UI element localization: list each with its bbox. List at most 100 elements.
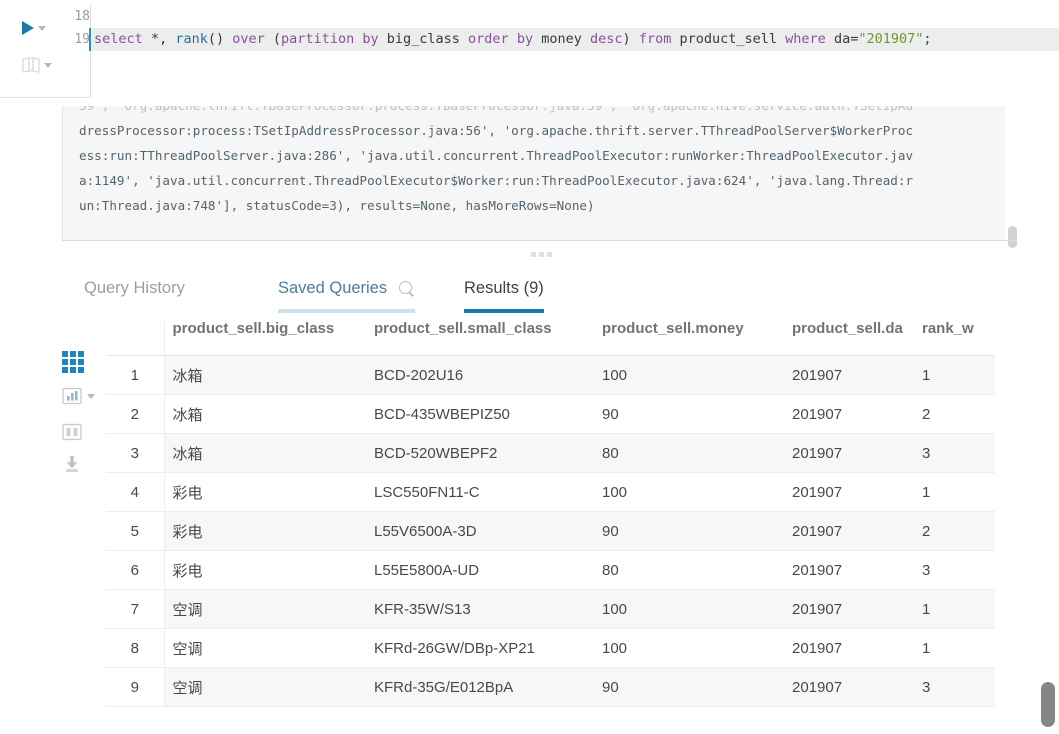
sql-token: by [362, 31, 379, 47]
table-cell-money: 100 [602, 472, 792, 512]
query-log-panel[interactable]: 59', 'org.apache.thrift.TBaseProcessor:p… [62, 106, 1005, 240]
tab-query-history[interactable]: Query History [84, 268, 185, 313]
tab-saved-queries[interactable]: Saved Queries [278, 268, 416, 313]
query-editor-app: 18 19 select *, rank() over (partition b… [0, 0, 1059, 734]
grid-icon[interactable] [62, 351, 84, 373]
table-cell-rank: 1 [922, 628, 995, 668]
editor-line-numbers: 18 19 [62, 5, 90, 51]
sql-token: from [638, 31, 672, 47]
table-cell-da: 201907 [792, 589, 922, 629]
table-cell-small: BCD-202U16 [374, 355, 602, 395]
tab-saved-queries-label: Saved Queries [278, 279, 388, 297]
results-table-container[interactable]: product_sell.big_class product_sell.smal… [106, 320, 995, 720]
column-header-money[interactable]: product_sell.money [602, 320, 792, 356]
table-cell-da: 201907 [792, 667, 922, 707]
code-line-19[interactable]: select *, rank() over (partition by big_… [89, 28, 1059, 51]
code-line-18[interactable] [91, 5, 1059, 28]
rail-item-download[interactable] [62, 455, 82, 473]
table-cell-small: L55E5800A-UD [374, 550, 602, 590]
table-cell-rank: 3 [922, 667, 995, 707]
sql-token: () [207, 31, 225, 47]
rail-item-columns-view[interactable] [62, 423, 82, 441]
table-row[interactable]: 3 冰箱 BCD-520WBEPF2 80 201907 3 [106, 433, 995, 473]
table-row[interactable]: 5 彩电 L55V6500A-3D 90 201907 2 [106, 511, 995, 551]
book-icon[interactable] [22, 57, 40, 73]
sql-token: "201907" [858, 31, 924, 47]
table-cell-rank: 1 [922, 355, 995, 395]
tab-results-label: Results (9) [464, 279, 544, 297]
table-cell-idx: 2 [106, 394, 165, 434]
columns-icon[interactable] [62, 423, 82, 441]
sql-editor-area: 18 19 select *, rank() over (partition b… [0, 0, 1059, 98]
column-header-index[interactable] [106, 320, 165, 356]
sql-token: * [150, 31, 160, 47]
table-cell-da: 201907 [792, 433, 922, 473]
rail-item-grid-view[interactable] [62, 351, 84, 373]
explain-chevron-down-icon[interactable] [44, 62, 52, 68]
results-tabbar: Query History Saved Queries Results (9) [62, 268, 1059, 313]
table-row[interactable]: 1 冰箱 BCD-202U16 100 201907 1 [106, 355, 995, 395]
column-header-da[interactable]: product_sell.da [792, 320, 922, 356]
log-line: a:1149', 'java.util.concurrent.ThreadPoo… [79, 173, 914, 188]
results-panel-drag-handle[interactable] [531, 252, 552, 257]
tab-results[interactable]: Results (9) [464, 268, 544, 313]
page-scrollbar-track[interactable] [1041, 0, 1055, 734]
log-scrollbar-thumb[interactable] [1008, 226, 1017, 248]
table-cell-da: 201907 [792, 472, 922, 512]
table-cell-big: 冰箱 [164, 394, 374, 434]
table-row[interactable]: 4 彩电 LSC550FN11-C 100 201907 1 [106, 472, 995, 512]
sql-token: select [94, 31, 143, 47]
table-row[interactable]: 8 空调 KFRd-26GW/DBp-XP21 100 201907 1 [106, 628, 995, 668]
table-cell-money: 90 [602, 511, 792, 551]
table-cell-money: 100 [602, 589, 792, 629]
editor-code-area[interactable]: select *, rank() over (partition by big_… [89, 5, 1059, 98]
table-cell-idx: 4 [106, 472, 165, 512]
table-row[interactable]: 2 冰箱 BCD-435WBEPIZ50 90 201907 2 [106, 394, 995, 434]
table-cell-small: L55V6500A-3D [374, 511, 602, 551]
table-cell-big: 空调 [164, 667, 374, 707]
column-header-big-class[interactable]: product_sell.big_class [164, 320, 374, 356]
table-row[interactable]: 6 彩电 L55E5800A-UD 80 201907 3 [106, 550, 995, 590]
sql-token: ( [272, 31, 282, 47]
table-row[interactable]: 7 空调 KFR-35W/S13 100 201907 1 [106, 589, 995, 629]
download-icon[interactable] [62, 455, 82, 473]
column-header-small-class[interactable]: product_sell.small_class [374, 320, 602, 356]
results-table-head: product_sell.big_class product_sell.smal… [106, 320, 995, 356]
table-cell-idx: 7 [106, 589, 165, 629]
table-cell-big: 冰箱 [164, 355, 374, 395]
results-table: product_sell.big_class product_sell.smal… [106, 320, 995, 707]
table-cell-idx: 6 [106, 550, 165, 590]
line-number: 19 [74, 32, 90, 47]
table-cell-rank: 3 [922, 550, 995, 590]
explain-query-control[interactable] [22, 53, 68, 77]
column-header-rank[interactable]: rank_w [922, 320, 995, 356]
log-line: dressProcessor:process:TSetIpAddressProc… [79, 123, 914, 138]
tab-query-history-label: Query History [84, 279, 185, 297]
page-scrollbar-thumb[interactable] [1041, 682, 1055, 727]
sql-token: partition [281, 31, 355, 47]
table-cell-rank: 3 [922, 433, 995, 473]
table-cell-da: 201907 [792, 550, 922, 590]
table-row[interactable]: 9 空调 KFRd-35G/E012BpA 90 201907 3 [106, 667, 995, 707]
table-cell-big: 彩电 [164, 472, 374, 512]
table-cell-money: 80 [602, 433, 792, 473]
chart-icon[interactable] [62, 387, 82, 405]
rail-item-chart-view[interactable] [62, 387, 95, 405]
sql-token: da [833, 31, 851, 47]
sql-token: rank [175, 31, 208, 47]
table-cell-money: 90 [602, 667, 792, 707]
log-scrollbar-track[interactable] [1007, 106, 1017, 240]
run-chevron-down-icon[interactable] [38, 25, 46, 31]
search-icon[interactable] [399, 280, 415, 297]
table-cell-money: 90 [602, 394, 792, 434]
run-triangle-icon[interactable] [22, 21, 34, 35]
chart-chevron-down-icon[interactable] [87, 393, 95, 399]
log-line: un:Thread.java:748'], statusCode=3), res… [79, 198, 595, 213]
table-cell-big: 彩电 [164, 511, 374, 551]
